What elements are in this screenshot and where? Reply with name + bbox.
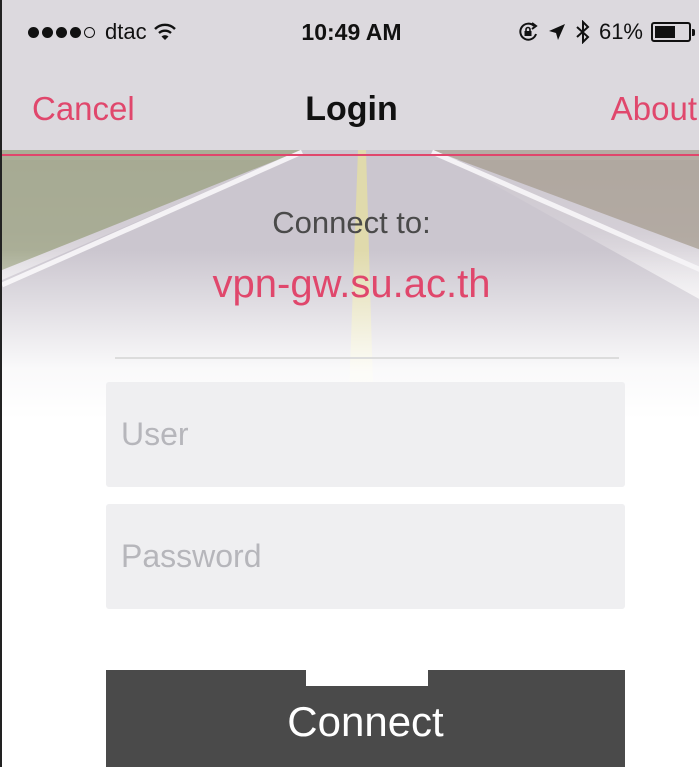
password-input[interactable]	[106, 504, 625, 609]
rotation-lock-icon	[519, 22, 538, 41]
signal-dot	[28, 26, 39, 38]
cancel-button[interactable]: Cancel	[32, 90, 135, 128]
login-screen: dtac 10:49 AM 61% Cancel Login About Con…	[0, 0, 699, 767]
battery-icon	[651, 22, 695, 42]
wifi-icon	[153, 23, 176, 40]
signal-dot	[70, 26, 81, 38]
divider	[115, 357, 619, 359]
button-overlay-notch	[306, 670, 428, 686]
server-host: vpn-gw.su.ac.th	[212, 262, 491, 306]
about-button[interactable]: About	[611, 90, 697, 128]
battery-percentage: 61%	[598, 19, 643, 44]
location-icon	[548, 24, 565, 40]
status-bar: dtac 10:49 AM 61%	[2, 0, 699, 64]
status-right-group: 61%	[517, 19, 695, 45]
battery-fill	[655, 26, 675, 38]
battery-tip	[692, 29, 695, 36]
signal-strength-icon	[28, 26, 95, 38]
connect-to-label: Connect to:	[272, 205, 431, 240]
user-input[interactable]	[106, 382, 625, 487]
status-left-group: dtac	[28, 19, 177, 45]
signal-dot	[42, 26, 53, 38]
navigation-bar: Cancel Login About	[2, 64, 699, 156]
signal-dot	[56, 26, 67, 38]
bluetooth-icon	[576, 20, 590, 44]
signal-dot-empty	[84, 26, 95, 38]
carrier-name: dtac	[105, 19, 147, 44]
